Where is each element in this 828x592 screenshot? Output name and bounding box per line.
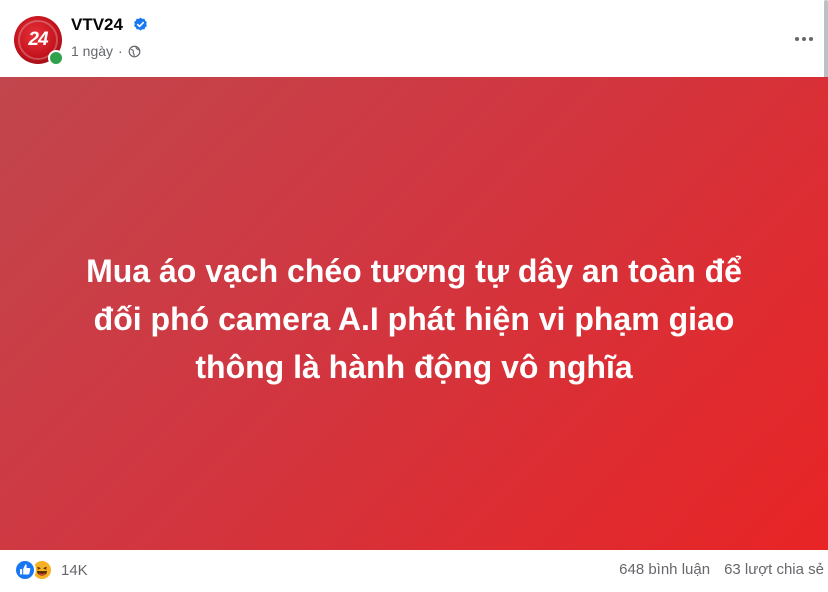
avatar-logo-text: 24 xyxy=(28,29,48,50)
like-icon xyxy=(14,559,36,581)
more-options-button[interactable] xyxy=(786,25,822,53)
globe-icon xyxy=(128,45,141,57)
reactions-summary[interactable]: 14K xyxy=(14,559,88,581)
more-options-icon xyxy=(795,37,799,41)
post-meta: 1 ngày · xyxy=(71,43,141,59)
post-footer: 14K 648 bình luận 63 lượt chia sẻ xyxy=(0,550,828,592)
post-header: 24 VTV24 1 ngày · xyxy=(0,0,828,77)
post-text-line: Mua áo vạch chéo tương tự dây an toàn để xyxy=(86,253,742,289)
engagement-stats: 648 bình luận 63 lượt chia sẻ xyxy=(605,561,824,578)
verified-badge-icon xyxy=(134,17,147,31)
page-name-link[interactable]: VTV24 xyxy=(71,15,123,35)
post-text: Mua áo vạch chéo tương tự dây an toàn để… xyxy=(30,247,798,391)
post-text-line: thông là hành động vô nghĩa xyxy=(195,349,633,385)
comments-count-link[interactable]: 648 bình luận xyxy=(619,561,710,578)
more-options-dot xyxy=(802,37,806,41)
meta-separator: · xyxy=(118,43,123,59)
online-status-dot xyxy=(48,50,64,66)
reaction-count[interactable]: 14K xyxy=(61,562,88,579)
post-timestamp[interactable]: 1 ngày xyxy=(71,43,113,59)
more-options-dot xyxy=(809,37,813,41)
post-text-line: đối phó camera A.I phát hiện vi phạm gia… xyxy=(93,301,735,337)
shares-count-link[interactable]: 63 lượt chia sẻ xyxy=(724,561,824,578)
